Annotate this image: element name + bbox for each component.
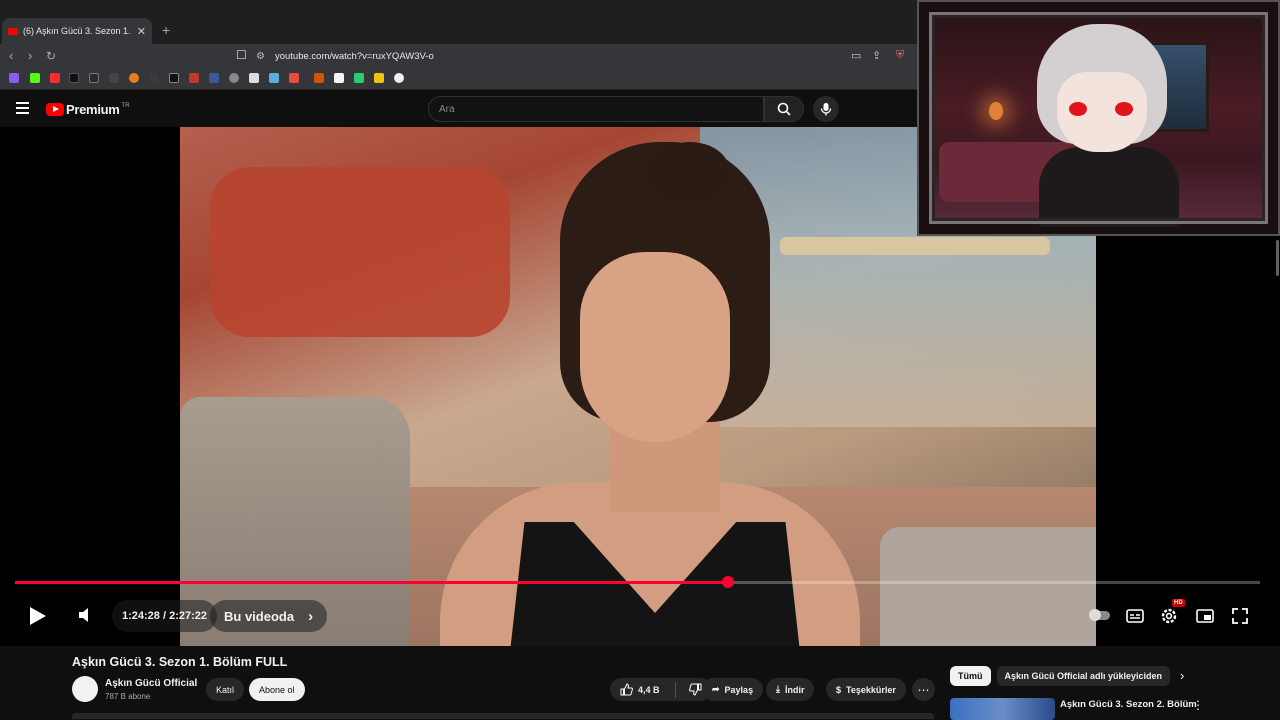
browser-tab[interactable]: (6) Aşkın Gücü 3. Sezon 1. Bölüm ✕ <box>2 18 152 44</box>
reload-icon[interactable]: ↻ <box>46 49 56 63</box>
settings-gear-icon[interactable] <box>1159 606 1179 626</box>
bookmark-star-icon[interactable] <box>269 73 279 83</box>
progress-bar[interactable] <box>15 576 1260 588</box>
progress-played <box>15 581 729 584</box>
address-url: youtube.com/watch?v=ruxYQAW3V-o <box>274 50 434 62</box>
bookmark-dots-icon[interactable] <box>109 73 119 83</box>
more-actions-icon[interactable]: ⋯ <box>912 678 935 701</box>
video-title: Aşkın Gücü 3. Sezon 1. Bölüm FULL <box>72 655 288 669</box>
hamburger-menu-icon[interactable] <box>16 102 29 114</box>
recommended-more-icon[interactable]: ⋮ <box>1192 698 1204 712</box>
download-icon: ⤓ <box>776 684 780 694</box>
join-button[interactable]: Katıl <box>206 678 245 701</box>
share-button[interactable]: ➦ Paylaş <box>702 678 764 701</box>
chevron-right-icon: › <box>308 607 314 625</box>
thanks-button[interactable]: $ Teşekkürler <box>826 678 906 701</box>
new-tab-icon[interactable]: + <box>162 22 170 38</box>
bookmark-gmail-icon[interactable] <box>189 73 199 83</box>
bookmark-orange-icon[interactable] <box>129 73 139 83</box>
bookmark-youtube2-icon[interactable] <box>289 73 299 83</box>
chevron-right-icon[interactable]: › <box>1180 668 1184 683</box>
region-code: TR <box>121 102 130 109</box>
play-icon[interactable] <box>30 607 46 625</box>
ornate-frame <box>919 2 1278 234</box>
bookmark-x-icon[interactable] <box>169 73 179 83</box>
fullscreen-icon[interactable] <box>1230 606 1250 626</box>
youtube-header: Premium TR Ara <box>0 91 920 127</box>
like-count[interactable]: 4,4 B <box>638 685 660 695</box>
search-icon <box>777 102 791 116</box>
subtitles-icon[interactable] <box>1125 606 1145 626</box>
youtube-favicon-icon <box>8 27 18 35</box>
bookmark-kick-icon[interactable] <box>30 73 40 83</box>
search-button[interactable] <box>764 96 804 122</box>
thumbs-up-icon[interactable] <box>620 683 633 696</box>
bookmark-download-icon[interactable] <box>374 73 384 83</box>
hd-badge: HD <box>1172 599 1185 607</box>
close-tab-icon[interactable]: ✕ <box>137 25 146 38</box>
bookmark-tiktok-icon[interactable] <box>69 73 79 83</box>
bookmark-circle-icon[interactable] <box>394 73 404 83</box>
channel-name[interactable]: Aşkın Gücü Official <box>105 678 197 689</box>
cast-icon[interactable]: ▭ <box>851 49 861 62</box>
autoplay-toggle[interactable] <box>1089 609 1110 621</box>
youtube-play-logo-icon <box>46 103 64 116</box>
volume-icon[interactable] <box>78 606 92 624</box>
subscriber-count: 787 B abone <box>105 692 151 701</box>
like-dislike-group: 4,4 B <box>610 678 712 701</box>
webcam-overlay <box>917 0 1280 236</box>
bookmark-dollar-icon[interactable] <box>89 73 99 83</box>
description-box[interactable] <box>72 713 934 719</box>
subscribe-button[interactable]: Abone ol <box>249 678 305 701</box>
bookmark-twitch-icon[interactable] <box>9 73 19 83</box>
bookmark-youtube-icon[interactable] <box>50 73 60 83</box>
miniplayer-icon[interactable] <box>1195 606 1215 626</box>
page-scrollbar[interactable] <box>1276 240 1279 276</box>
youtube-logo[interactable]: Premium TR <box>46 102 130 117</box>
video-info-section: Aşkın Gücü 3. Sezon 1. Bölüm FULL Aşkın … <box>0 646 1280 720</box>
recommended-title[interactable]: Aşkın Gücü 3. Sezon 2. Bölüm <box>1060 699 1197 710</box>
video-subject <box>440 142 860 646</box>
bookmark-globe-icon[interactable] <box>229 73 239 83</box>
tab-title: (6) Aşkın Gücü 3. Sezon 1. Bölüm <box>23 26 133 36</box>
chapter-label: Bu videoda <box>224 608 295 624</box>
chip-all[interactable]: Tümü <box>950 666 991 686</box>
bookmark-xbox-icon[interactable] <box>354 73 364 83</box>
bookmark-gear-icon[interactable] <box>149 73 159 83</box>
share-page-icon[interactable]: ⇪ <box>872 49 881 62</box>
extension-shield-icon[interactable]: ⛨ <box>896 49 904 62</box>
site-info-icon[interactable]: ⚙ <box>256 51 265 62</box>
search-input[interactable]: Ara <box>428 96 764 122</box>
logo-wordmark: Premium <box>66 102 120 117</box>
bookmark-m-icon[interactable] <box>314 73 324 83</box>
microphone-icon <box>820 103 832 116</box>
download-label: İndir <box>784 684 805 695</box>
chip-from-uploader[interactable]: Aşkın Gücü Official adlı yükleyiciden <box>996 666 1171 686</box>
thanks-icon: $ <box>836 684 842 695</box>
chapter-button[interactable]: Bu videoda › <box>210 600 328 632</box>
bookmark-diamond-icon[interactable] <box>334 73 344 83</box>
bookmark-icon[interactable]: ☐ <box>236 48 247 62</box>
channel-avatar[interactable] <box>72 676 98 702</box>
back-icon[interactable]: ‹ <box>9 48 13 63</box>
player-controls: 1:24:28 / 2:27:22 Bu videoda › HD <box>0 598 1280 634</box>
recommended-thumbnail[interactable] <box>950 698 1055 720</box>
share-icon: ➦ <box>712 684 720 694</box>
voice-search-button[interactable] <box>813 96 839 122</box>
download-button[interactable]: ⤓ İndir <box>766 678 815 701</box>
share-label: Paylaş <box>724 684 754 695</box>
address-bar[interactable]: ⚙ youtube.com/watch?v=ruxYQAW3V-o <box>256 46 906 66</box>
thanks-label: Teşekkürler <box>846 684 896 695</box>
related-filter-chips: Tümü Aşkın Gücü Official adlı yükleyicid… <box>950 666 1171 690</box>
thumbs-down-icon[interactable] <box>688 683 702 696</box>
time-display: 1:24:28 / 2:27:22 <box>112 600 217 632</box>
forward-icon[interactable]: › <box>28 48 32 63</box>
bookmark-book-icon[interactable] <box>249 73 259 83</box>
bookmark-r-icon[interactable] <box>209 73 219 83</box>
